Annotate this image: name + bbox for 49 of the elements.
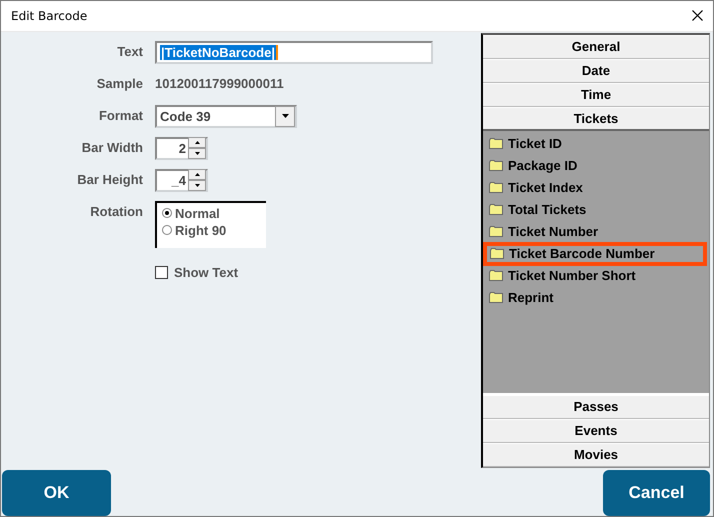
down-arrow-icon[interactable]	[194, 152, 200, 156]
text-field[interactable]: |TicketNoBarcode|	[155, 40, 433, 64]
list-item[interactable]: Package ID	[483, 154, 711, 177]
folder-icon	[489, 160, 503, 172]
up-arrow-icon[interactable]	[194, 173, 200, 176]
folder-icon	[489, 270, 503, 282]
category-tab[interactable]: Date	[483, 58, 709, 83]
list-item[interactable]: Reprint	[483, 286, 711, 309]
radio-button[interactable]	[162, 225, 172, 236]
number-spinner[interactable]: 2	[155, 136, 208, 160]
field-label: Text	[117, 42, 143, 61]
checkbox-label[interactable]: Show Text	[174, 264, 238, 280]
down-arrow-icon[interactable]	[194, 184, 200, 188]
radio-label[interactable]: Right 90	[175, 222, 226, 238]
folder-icon	[489, 292, 503, 304]
list-item[interactable]: Ticket Index	[483, 176, 711, 199]
sample-value: 101200117999000011	[155, 74, 284, 91]
category-tab[interactable]: Time	[483, 82, 709, 107]
radio-label[interactable]: Normal	[175, 206, 220, 221]
field-label: Bar Height	[77, 170, 143, 189]
field-label: Bar Width	[82, 138, 143, 157]
ok-button[interactable]: OK	[2, 470, 111, 516]
number-spinner[interactable]: _4	[155, 168, 208, 192]
category-tab[interactable]: Movies	[483, 442, 709, 467]
folder-icon	[490, 248, 504, 260]
list-item[interactable]: Ticket Barcode Number	[484, 242, 706, 265]
folder-icon	[489, 138, 503, 150]
list-item[interactable]: Ticket Number Short	[483, 264, 711, 287]
folder-icon	[489, 204, 503, 216]
list-item[interactable]: Ticket ID	[483, 132, 711, 155]
category-tab[interactable]: Tickets	[483, 106, 709, 131]
radio-button[interactable]	[162, 208, 172, 218]
format-dropdown[interactable]: Code 39	[155, 104, 297, 128]
caret-icon	[282, 114, 288, 118]
field-label: Format	[98, 106, 143, 125]
category-tab[interactable]: General	[483, 34, 709, 59]
category-tab[interactable]: Passes	[483, 394, 709, 419]
field-label: Rotation	[90, 202, 143, 221]
list-item[interactable]: Ticket Number	[483, 220, 711, 243]
checkbox[interactable]	[155, 266, 168, 279]
list-item[interactable]: Total Tickets	[483, 198, 711, 221]
cancel-button[interactable]: Cancel	[603, 470, 710, 516]
close-icon[interactable]	[692, 10, 703, 22]
window-title: Edit Barcode	[11, 8, 88, 23]
folder-icon	[489, 182, 503, 194]
folder-icon	[489, 226, 503, 238]
field-label: Sample	[96, 74, 143, 93]
up-arrow-icon[interactable]	[194, 141, 200, 144]
category-tab[interactable]: Events	[483, 418, 709, 443]
